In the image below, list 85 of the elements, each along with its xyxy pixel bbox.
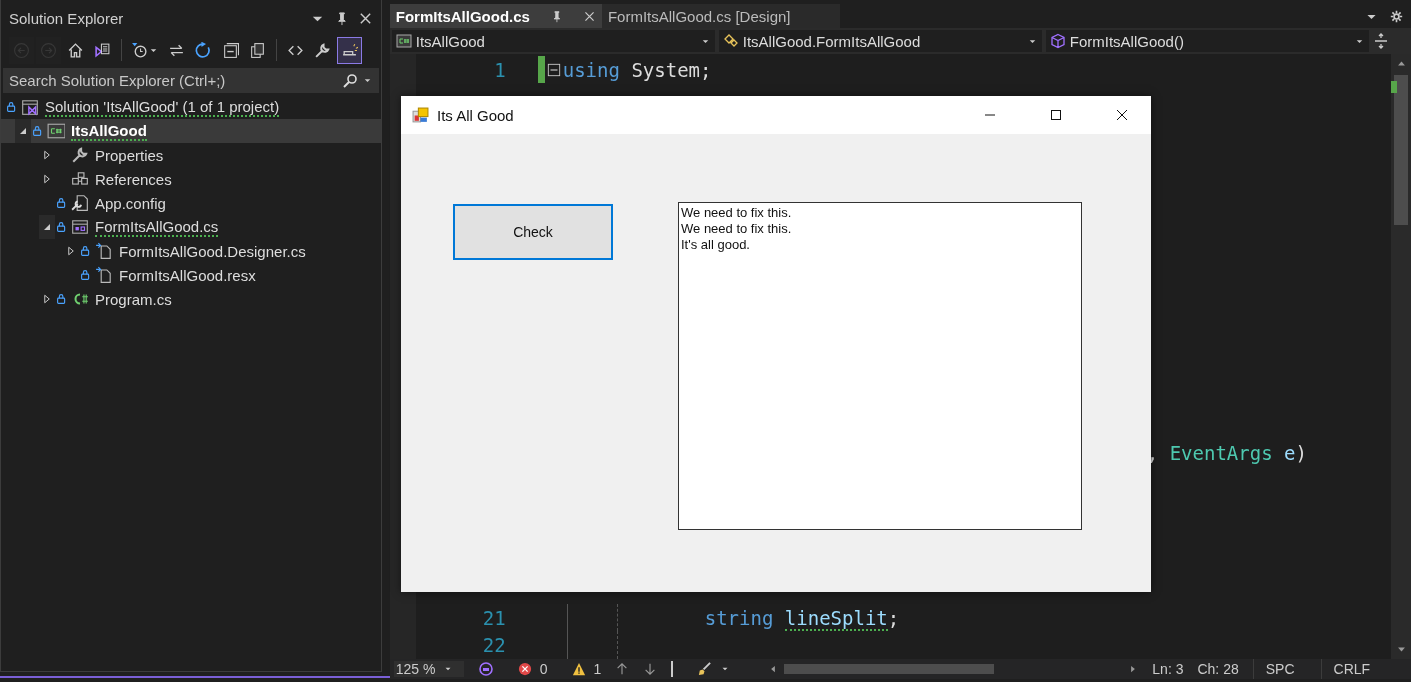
item-label: Solution 'ItsAllGood' (1 of 1 project) — [45, 97, 280, 117]
collapse-all-icon — [222, 41, 239, 59]
collapse-box-icon[interactable] — [546, 62, 561, 77]
error-icon[interactable] — [517, 661, 532, 676]
column-indicator[interactable]: Ch: 28 — [1197, 660, 1239, 677]
refresh-icon — [195, 41, 212, 59]
tree-item[interactable]: Program.cs — [1, 287, 381, 311]
form-icon — [71, 218, 89, 236]
collapsed-arrow-icon[interactable] — [41, 173, 53, 185]
down-arrow-icon[interactable] — [643, 661, 658, 676]
class-dropdown[interactable]: ItsAllGood.FormItsAllGood — [718, 30, 1042, 52]
collapsed-arrow-icon[interactable] — [65, 245, 77, 257]
app-icon — [412, 106, 429, 124]
member-dropdown[interactable]: FormItsAllGood() — [1045, 30, 1369, 52]
code-line: using System; — [562, 58, 712, 81]
file-icon — [95, 242, 113, 260]
scroll-thumb[interactable] — [784, 663, 995, 674]
up-arrow-icon[interactable] — [615, 661, 630, 676]
tree-item[interactable]: FormItsAllGood.resx — [1, 263, 381, 287]
cube-icon — [1049, 33, 1066, 49]
panel-title: Solution Explorer — [9, 9, 125, 27]
clock-icon — [131, 41, 148, 59]
tree-item[interactable]: FormItsAllGood.Designer.cs — [1, 239, 381, 263]
output-box[interactable]: We need to fix this. We need to fix this. It's all good. — [678, 202, 1082, 530]
close-icon[interactable] — [1114, 107, 1130, 123]
maximize-icon[interactable] — [1048, 107, 1064, 123]
wrench-icon — [314, 41, 331, 59]
tree-item[interactable]: ItsAllGood — [1, 119, 381, 143]
project-icon — [395, 33, 412, 49]
indentation-indicator[interactable]: SPC — [1252, 658, 1307, 679]
home-icon — [67, 41, 84, 59]
line-ending-indicator[interactable]: CRLF — [1320, 658, 1383, 679]
item-label: ItsAllGood — [71, 121, 147, 141]
warning-count[interactable]: 1 — [593, 660, 602, 677]
document-tab[interactable]: FormItsAllGood.cs — [389, 4, 602, 28]
collapsed-arrow-icon[interactable] — [41, 293, 53, 305]
project-dropdown[interactable]: ItsAllGood — [391, 30, 715, 52]
class-icon — [722, 33, 739, 49]
item-label: Program.cs — [95, 290, 172, 308]
change-marker — [1391, 81, 1397, 93]
settings-icon[interactable] — [1390, 9, 1403, 23]
split-icon[interactable] — [1372, 33, 1389, 49]
scroll-thumb[interactable] — [1394, 75, 1408, 225]
zoom-dropdown[interactable]: 125 % — [393, 660, 464, 677]
item-label: FormItsAllGood.cs — [95, 217, 219, 237]
search-field[interactable]: Search Solution Explorer (Ctrl+;) — [9, 72, 342, 89]
assistant-icon[interactable] — [477, 660, 494, 677]
item-label: App.config — [95, 194, 166, 212]
solution-icon — [21, 98, 39, 116]
warning-icon[interactable] — [571, 661, 586, 676]
item-label: Properties — [95, 146, 164, 164]
item-label: FormItsAllGood.resx — [119, 266, 256, 284]
tree-item[interactable]: Properties — [1, 143, 381, 167]
tree-item[interactable]: FormItsAllGood.cs — [1, 215, 381, 239]
blocks-icon — [71, 170, 89, 188]
up-arrow-icon[interactable] — [1395, 58, 1407, 69]
tree-item[interactable]: References — [1, 167, 381, 191]
search-icon[interactable] — [341, 72, 358, 89]
tree-item[interactable]: App.config — [1, 191, 381, 215]
line-number: 21 — [481, 606, 506, 629]
wrench-icon — [71, 146, 89, 164]
line-indicator[interactable]: Ln: 3 — [1152, 660, 1184, 677]
search-bar[interactable]: Search Solution Explorer (Ctrl+;) — [3, 68, 379, 93]
file-icon — [95, 266, 113, 284]
copy-icon — [249, 41, 266, 59]
check-button[interactable]: Check — [453, 204, 613, 260]
code-line: string lineSplit; — [704, 606, 900, 629]
code-line: , EventArgs e) — [1146, 442, 1307, 465]
config-file-icon — [71, 194, 89, 212]
line-number: 1 — [493, 58, 506, 81]
error-count[interactable]: 0 — [539, 660, 548, 677]
item-label: FormItsAllGood.Designer.cs — [119, 242, 306, 260]
line-number: 22 — [481, 633, 506, 656]
project-icon — [47, 122, 65, 140]
window-title: Its All Good — [437, 106, 514, 124]
change-marker — [537, 56, 545, 84]
switch-views-icon — [94, 41, 111, 59]
close-icon[interactable] — [582, 9, 596, 23]
item-label: References — [95, 170, 172, 188]
brush-icon[interactable] — [697, 661, 713, 677]
document-tab[interactable]: FormItsAllGood.cs [Design] — [601, 4, 840, 28]
collapsed-arrow-icon[interactable] — [41, 149, 53, 161]
preview-button[interactable] — [337, 36, 362, 64]
scrollbar[interactable] — [1391, 54, 1411, 659]
tree-item[interactable]: Solution 'ItsAllGood' (1 of 1 project) — [1, 95, 381, 119]
